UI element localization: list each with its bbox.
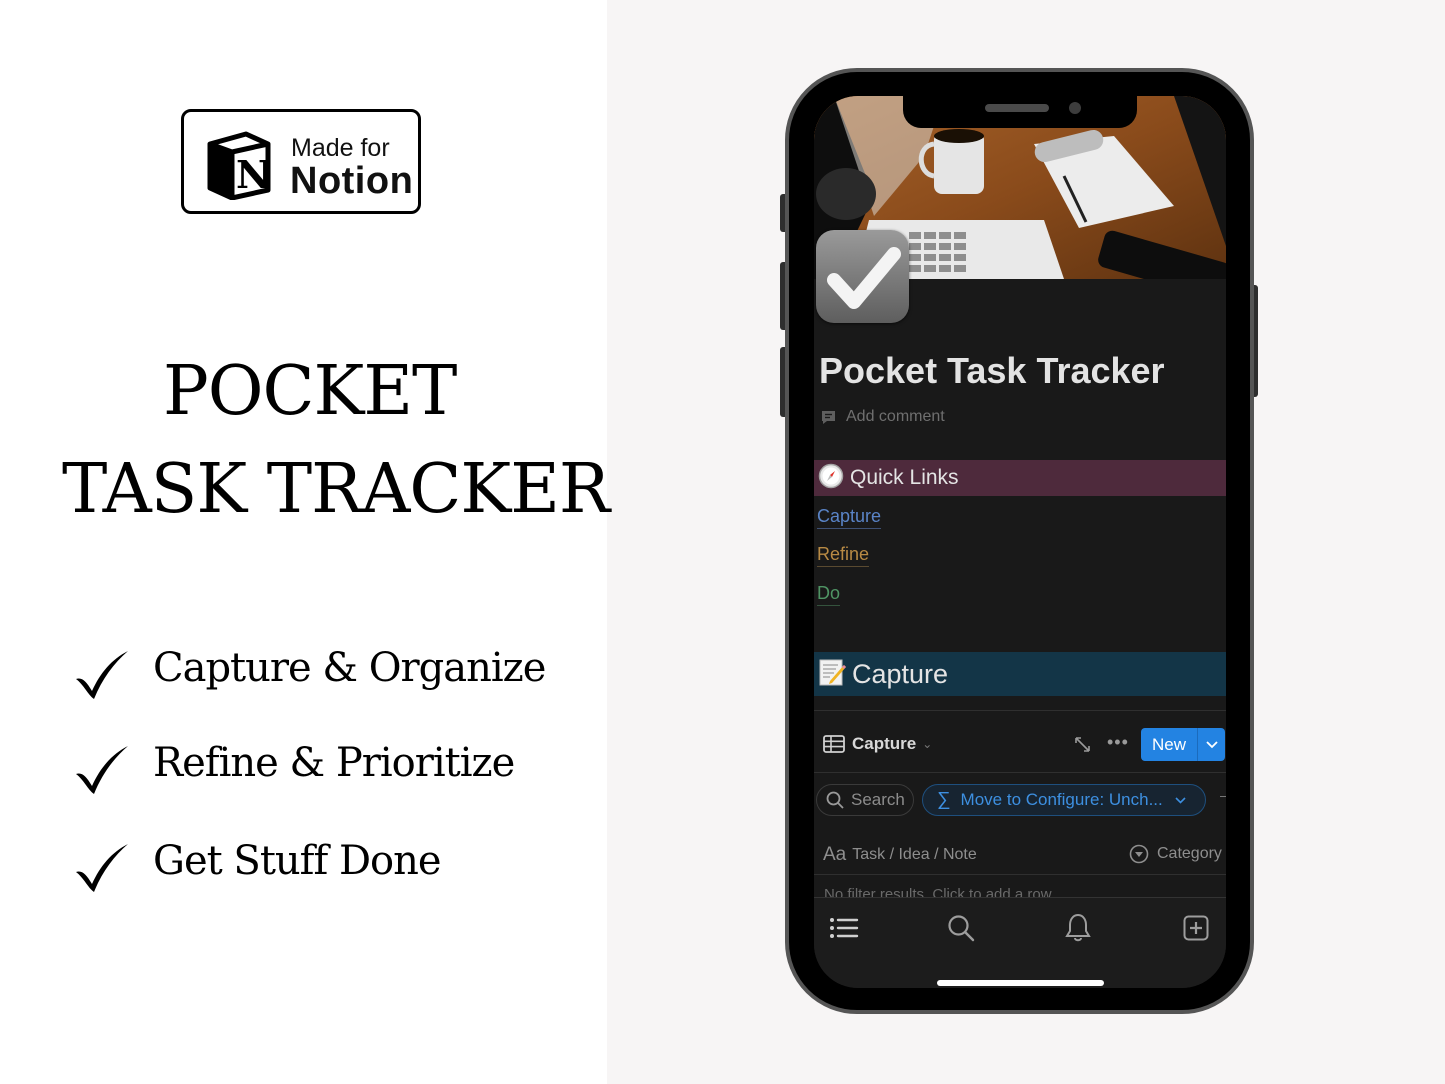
new-button[interactable]: New — [1141, 728, 1225, 761]
filter-label: Move to Configure: Unch... — [960, 790, 1163, 809]
database-view-selector[interactable]: Capture ⌄ — [823, 734, 932, 754]
quick-link-do[interactable]: Do — [817, 583, 841, 606]
tab-sidebar[interactable] — [828, 912, 860, 944]
text-icon: Aa — [823, 844, 847, 865]
tab-new-page[interactable] — [1180, 912, 1212, 944]
feature-label: Capture & Organize — [153, 645, 546, 691]
quick-link-refine[interactable]: Refine — [817, 544, 870, 567]
compass-icon — [818, 463, 844, 494]
database-search-button[interactable]: Search — [816, 784, 914, 816]
divider — [814, 874, 1226, 875]
column-header-task[interactable]: Aa Task / Idea / Note — [823, 844, 977, 866]
new-button-label: New — [1151, 734, 1186, 754]
search-icon — [948, 915, 975, 942]
badge-notion: Notion — [290, 160, 414, 202]
add-comment-button[interactable]: Add comment — [820, 408, 945, 426]
feature-label: Get Stuff Done — [153, 838, 442, 884]
checkmark-icon — [827, 247, 901, 309]
feature-label: Refine & Prioritize — [153, 740, 515, 786]
quick-links-heading: Quick Links — [814, 460, 1226, 496]
column-header-category[interactable]: Category — [1129, 844, 1222, 864]
expand-icon[interactable] — [1074, 736, 1091, 753]
phone-screen: Pocket Task Tracker Add comment Quick Li… — [814, 96, 1226, 988]
column-label: Task / Idea / Note — [852, 846, 977, 863]
comment-icon — [822, 410, 835, 424]
bottom-tab-bar — [814, 897, 1226, 988]
checkmark-icon — [76, 651, 128, 699]
quick-link-capture[interactable]: Capture — [817, 506, 882, 529]
page-icon[interactable] — [816, 230, 909, 323]
filter-chip[interactable]: ∑ Move to Configure: Unch... — [922, 784, 1206, 816]
column-label: Category — [1157, 845, 1222, 862]
new-options-chevron-icon[interactable] — [1198, 740, 1225, 749]
checkmark-icon — [76, 844, 128, 892]
add-comment-label: Add comment — [846, 408, 945, 425]
database-toolbar: Capture ⌄ ••• New — [814, 728, 1226, 762]
notion-logo-icon: N — [207, 131, 271, 200]
headline-line-2: TASK TRACKER — [62, 450, 610, 529]
page-title[interactable]: Pocket Task Tracker — [819, 350, 1165, 392]
chevron-down-icon — [1175, 793, 1186, 807]
memo-icon — [818, 657, 846, 692]
search-icon — [826, 791, 844, 809]
tab-notifications[interactable] — [1062, 912, 1094, 944]
add-page-icon — [1183, 915, 1209, 941]
search-label: Search — [851, 790, 905, 809]
database-view-name: Capture — [852, 734, 917, 753]
list-icon — [830, 918, 859, 938]
front-camera — [1069, 102, 1081, 114]
table-icon — [823, 735, 845, 753]
more-options-icon[interactable]: ••• — [1107, 732, 1129, 753]
divider — [814, 710, 1226, 711]
empty-table-message[interactable]: No filter results. Click to add a row. — [824, 886, 1055, 897]
table-header: Aa Task / Idea / Note Category — [814, 842, 1226, 872]
phone-notch — [903, 96, 1137, 128]
capture-heading: Capture — [814, 652, 1226, 696]
headline-line-1: POCKET — [163, 352, 457, 431]
made-for-notion-badge: N Made for Notion — [181, 109, 421, 214]
svg-text:N: N — [236, 152, 271, 197]
speaker-grille — [985, 104, 1049, 112]
capture-title: Capture — [852, 658, 949, 689]
chevron-down-icon: ⌄ — [922, 737, 933, 751]
select-icon — [1129, 844, 1149, 864]
badge-made-for: Made for — [291, 134, 390, 162]
checkmark-icon — [76, 746, 128, 794]
tab-search[interactable] — [945, 912, 977, 944]
quick-links-title: Quick Links — [850, 466, 959, 489]
home-indicator — [937, 980, 1104, 986]
divider — [814, 772, 1226, 773]
formula-icon: ∑ — [937, 789, 951, 810]
bell-icon — [1065, 913, 1091, 942]
